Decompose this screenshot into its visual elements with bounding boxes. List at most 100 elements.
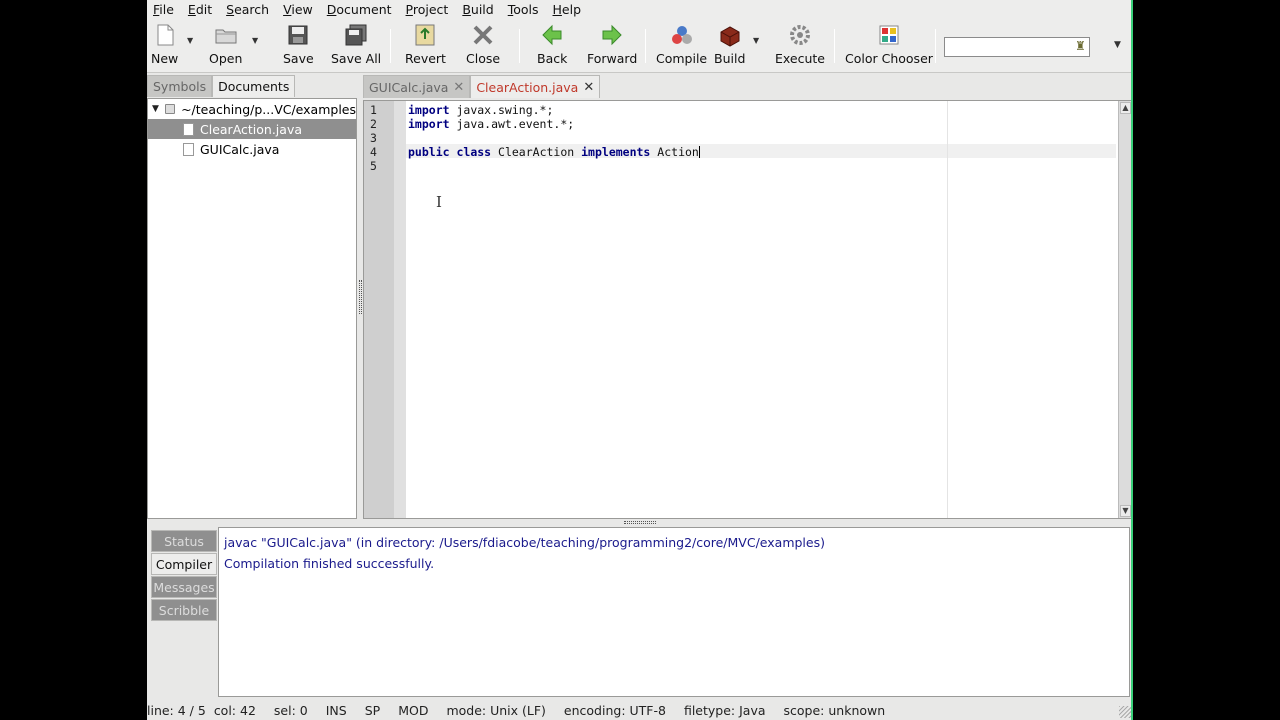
code-line: public class ClearAction implements Acti… bbox=[408, 145, 700, 159]
editor-tab[interactable]: ClearAction.java ✕ bbox=[470, 75, 601, 98]
mouse-ibeam-cursor-icon: I bbox=[436, 193, 442, 211]
compiler-output-line[interactable]: Compilation finished successfully. bbox=[224, 553, 1124, 574]
file-icon bbox=[183, 122, 194, 136]
new-button[interactable]: New bbox=[151, 23, 178, 69]
tree-folder-row[interactable]: ▼ ~/teaching/p...VC/examples bbox=[148, 99, 356, 119]
toolbar-separator bbox=[834, 29, 835, 63]
menu-project[interactable]: Project bbox=[406, 2, 449, 17]
tree-file-row[interactable]: ClearAction.java bbox=[148, 119, 356, 139]
status-sel: sel: 0 bbox=[273, 703, 308, 718]
text-caret bbox=[698, 146, 700, 158]
folder-icon bbox=[165, 104, 176, 114]
menu-search[interactable]: Search bbox=[226, 2, 269, 17]
toolbar-separator bbox=[390, 29, 391, 63]
tab-close-icon[interactable]: ✕ bbox=[453, 80, 464, 95]
tab-documents[interactable]: Documents bbox=[212, 75, 296, 97]
menu-tools[interactable]: Tools bbox=[508, 2, 539, 17]
build-dropdown-icon[interactable]: ▼ bbox=[753, 36, 759, 45]
tab-status[interactable]: Status bbox=[151, 530, 217, 552]
line-number: 4 bbox=[370, 145, 377, 159]
line-number-margin bbox=[364, 101, 394, 518]
save-all-icon bbox=[345, 24, 367, 46]
menu-view[interactable]: View bbox=[283, 2, 313, 17]
tab-scribble[interactable]: Scribble bbox=[151, 599, 217, 621]
forward-arrow-icon bbox=[602, 24, 622, 46]
compiler-output-line[interactable]: javac "GUICalc.java" (in directory: /Use… bbox=[224, 532, 1124, 553]
forward-button[interactable]: Forward bbox=[587, 23, 637, 69]
documents-tree: ▼ ~/teaching/p...VC/examples ClearAction… bbox=[147, 98, 357, 519]
editor-tabs: GUICalc.java ✕ ClearAction.java ✕ bbox=[363, 75, 601, 99]
execute-button[interactable]: Execute bbox=[775, 23, 825, 69]
new-file-icon bbox=[157, 24, 174, 46]
message-window-tabs: Status Compiler Messages Scribble bbox=[151, 530, 217, 622]
tab-messages[interactable]: Messages bbox=[151, 576, 217, 598]
expander-triangle-icon[interactable]: ▼ bbox=[152, 104, 159, 114]
build-button[interactable]: Build bbox=[714, 23, 745, 69]
status-filetype: filetype: Java bbox=[683, 703, 766, 718]
revert-icon bbox=[415, 24, 435, 46]
compiler-output[interactable]: javac "GUICalc.java" (in directory: /Use… bbox=[218, 527, 1130, 697]
line-number: 3 bbox=[370, 131, 377, 145]
code-line: import javax.swing.*; bbox=[408, 103, 554, 117]
status-mod: MOD bbox=[398, 703, 429, 718]
line-number: 5 bbox=[370, 159, 377, 173]
close-icon bbox=[473, 25, 493, 45]
search-input[interactable] bbox=[944, 37, 1090, 57]
new-dropdown-icon[interactable]: ▼ bbox=[187, 36, 193, 45]
tab-symbols[interactable]: Symbols bbox=[147, 75, 213, 97]
toolbar-separator bbox=[519, 29, 520, 63]
menubar: File Edit Search View Document Project B… bbox=[147, 0, 1131, 19]
editor-vertical-scrollbar[interactable]: ▲ ▼ bbox=[1118, 101, 1131, 518]
scroll-up-icon[interactable]: ▲ bbox=[1120, 102, 1131, 114]
line-number: 1 bbox=[370, 103, 377, 117]
revert-button[interactable]: Revert bbox=[405, 23, 446, 69]
menu-edit[interactable]: Edit bbox=[188, 2, 212, 17]
build-brick-icon bbox=[720, 26, 740, 47]
menu-build[interactable]: Build bbox=[462, 2, 493, 17]
open-button[interactable]: Open bbox=[209, 23, 242, 69]
status-ins: INS bbox=[325, 703, 347, 718]
tab-close-icon[interactable]: ✕ bbox=[583, 80, 594, 95]
menu-file[interactable]: File bbox=[153, 2, 174, 17]
editor-tab-label: GUICalc.java bbox=[369, 79, 449, 95]
editor-tab[interactable]: GUICalc.java ✕ bbox=[363, 75, 471, 98]
color-chooser-button[interactable]: Color Chooser bbox=[845, 23, 933, 69]
compile-icon bbox=[671, 26, 692, 44]
status-line: line: 4 / 5 bbox=[147, 703, 206, 718]
tab-compiler[interactable]: Compiler bbox=[151, 553, 217, 575]
execute-gear-icon bbox=[790, 25, 810, 45]
tree-file-row[interactable]: GUICalc.java bbox=[148, 139, 356, 159]
window-resize-grip-icon[interactable] bbox=[1119, 706, 1131, 718]
menu-help[interactable]: Help bbox=[553, 2, 582, 17]
fold-margin[interactable] bbox=[394, 101, 406, 518]
sidebar-tabs: Symbols Documents bbox=[147, 75, 296, 97]
toolbar-overflow-icon[interactable]: ▼ bbox=[1114, 40, 1121, 50]
save-all-button[interactable]: Save All bbox=[331, 23, 381, 69]
long-line-marker bbox=[947, 101, 948, 518]
menu-document[interactable]: Document bbox=[327, 2, 392, 17]
editor-tab-label: ClearAction.java bbox=[476, 79, 579, 95]
geany-window: File Edit Search View Document Project B… bbox=[147, 0, 1133, 720]
code-line: import java.awt.event.*; bbox=[408, 117, 575, 131]
compile-button[interactable]: Compile bbox=[656, 23, 707, 69]
close-button[interactable]: Close bbox=[466, 23, 500, 69]
open-dropdown-icon[interactable]: ▼ bbox=[252, 36, 258, 45]
back-arrow-icon bbox=[542, 24, 562, 46]
code-editor[interactable]: 1 2 3 4 5 import javax.swing.*; import ja… bbox=[363, 100, 1131, 519]
scroll-down-icon[interactable]: ▼ bbox=[1120, 505, 1131, 517]
save-button[interactable]: Save bbox=[283, 23, 314, 69]
line-numbers: 1 2 3 4 5 bbox=[370, 103, 377, 173]
open-folder-icon bbox=[215, 29, 237, 44]
code-text[interactable]: import javax.swing.*; import java.awt.eve… bbox=[408, 103, 700, 173]
back-button[interactable]: Back bbox=[537, 23, 567, 69]
color-palette-icon bbox=[879, 25, 899, 45]
message-window-resize-handle[interactable] bbox=[624, 521, 656, 524]
toolbar-separator bbox=[645, 29, 646, 63]
toolbar-separator bbox=[935, 29, 936, 63]
status-mode: mode: Unix (LF) bbox=[446, 703, 546, 718]
sidebar-resize-handle[interactable] bbox=[359, 280, 362, 314]
search-jump-icon[interactable]: ♜ bbox=[1075, 39, 1086, 53]
save-disk-icon bbox=[288, 25, 308, 45]
